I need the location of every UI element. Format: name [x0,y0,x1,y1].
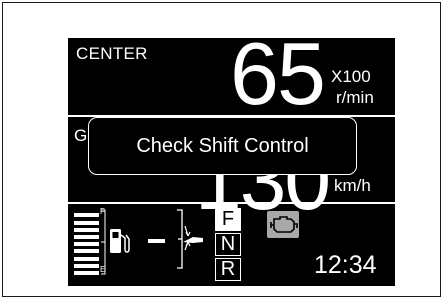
gear-f: F [215,208,241,231]
rpm-multiplier: X100 [331,67,371,86]
fuel-bar-segment [74,242,99,247]
engine-check-icon [267,211,299,238]
fuel-pump-icon [110,229,130,253]
fuel-bar-segment [74,263,99,268]
lower-divider [68,202,395,204]
figure-frame: CENTER 65 X100 r/min G 130 km/h Check Sh… [2,2,441,297]
speed-unit: km/h [334,176,371,195]
partial-label: G [74,126,88,145]
fuel-bar-segment [74,256,99,261]
clock: 12:34 [314,251,377,279]
gear-indicator: FNR [215,208,245,283]
warning-message-popup: Check Shift Control [88,117,357,175]
instrument-display: CENTER 65 X100 r/min G 130 km/h Check Sh… [68,38,395,286]
warning-message-text: Check Shift Control [136,134,309,157]
gear-n: N [215,233,241,256]
fuel-bar-segment [74,220,99,225]
rpm-value: 65 [230,38,326,123]
rpm-unit: r/min [336,88,374,107]
fuel-bar-segment [74,227,99,232]
fuel-bar-segment [74,249,99,254]
gear-r: R [215,258,241,281]
fuel-bar-segment [74,213,99,218]
shift-position-icon [148,209,203,269]
fuel-bar-segment [74,271,99,275]
fuel-empty-label: E [100,265,106,274]
fuel-bar-segment [74,235,99,239]
mode-label: CENTER [76,44,148,63]
fuel-gauge [74,209,106,276]
fuel-full-label: F [100,207,105,216]
